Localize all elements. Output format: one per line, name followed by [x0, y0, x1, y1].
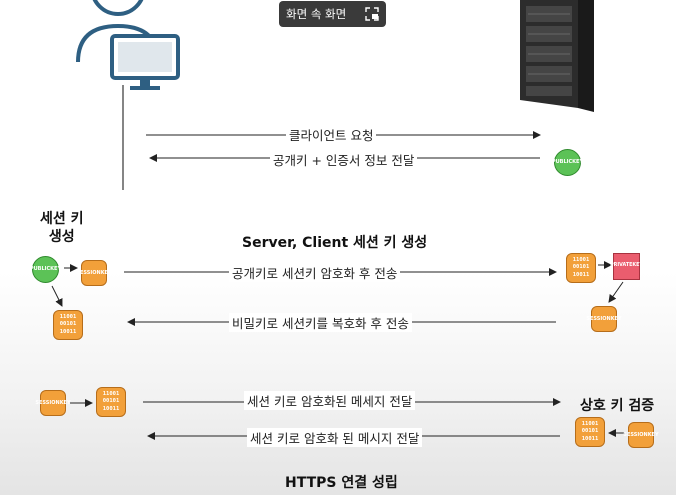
client-public-key-badge: PUBLIC KEY: [30, 256, 61, 283]
client-message-binary-badge: 11001 00101 10011: [96, 387, 126, 417]
server-response-label: 공개키 + 인증서 정보 전달: [270, 150, 418, 169]
mutual-verification-title: 상호 키 검증: [580, 398, 655, 414]
server-public-key-badge: PUBLIC KEY: [552, 149, 583, 176]
client-message-session-key-badge: SESSION KEY: [35, 390, 71, 416]
https-established-footer: HTTPS 연결 성립: [285, 475, 398, 491]
server-private-to-session-arrow: [608, 281, 624, 303]
server-encrypted-binary-badge: 11001 00101 10011: [566, 253, 596, 283]
client-encrypted-binary-badge: 11001 00101 10011: [53, 310, 83, 340]
reply-message-label: 세션 키로 암호화 된 메시지 전달: [247, 428, 423, 447]
server-message-session-key-badge: SESSION KEY: [623, 422, 659, 448]
decrypt-session-key-label: 비밀키로 세션키를 복호화 후 전송: [229, 313, 412, 332]
server-message-binary-badge: 11001 00101 10011: [575, 417, 605, 447]
session-phase-title: Server, Client 세션 키 생성: [242, 235, 428, 251]
client-session-key-badge: SESSION KEY: [76, 260, 112, 286]
encrypt-session-key-label: 공개키로 세션키 암호화 후 전송: [229, 263, 401, 282]
server-session-key-badge: SESSION KEY: [586, 306, 622, 332]
session-key-generation-title: 세션 키 생성: [40, 211, 84, 245]
send-message-label: 세션 키로 암호화된 메세지 전달: [244, 391, 416, 410]
client-request-label: 클라이언트 요청: [286, 125, 377, 144]
client-session-to-binary-arrow: [51, 285, 63, 307]
server-private-key-badge: PRIVATE KEY: [610, 253, 643, 280]
